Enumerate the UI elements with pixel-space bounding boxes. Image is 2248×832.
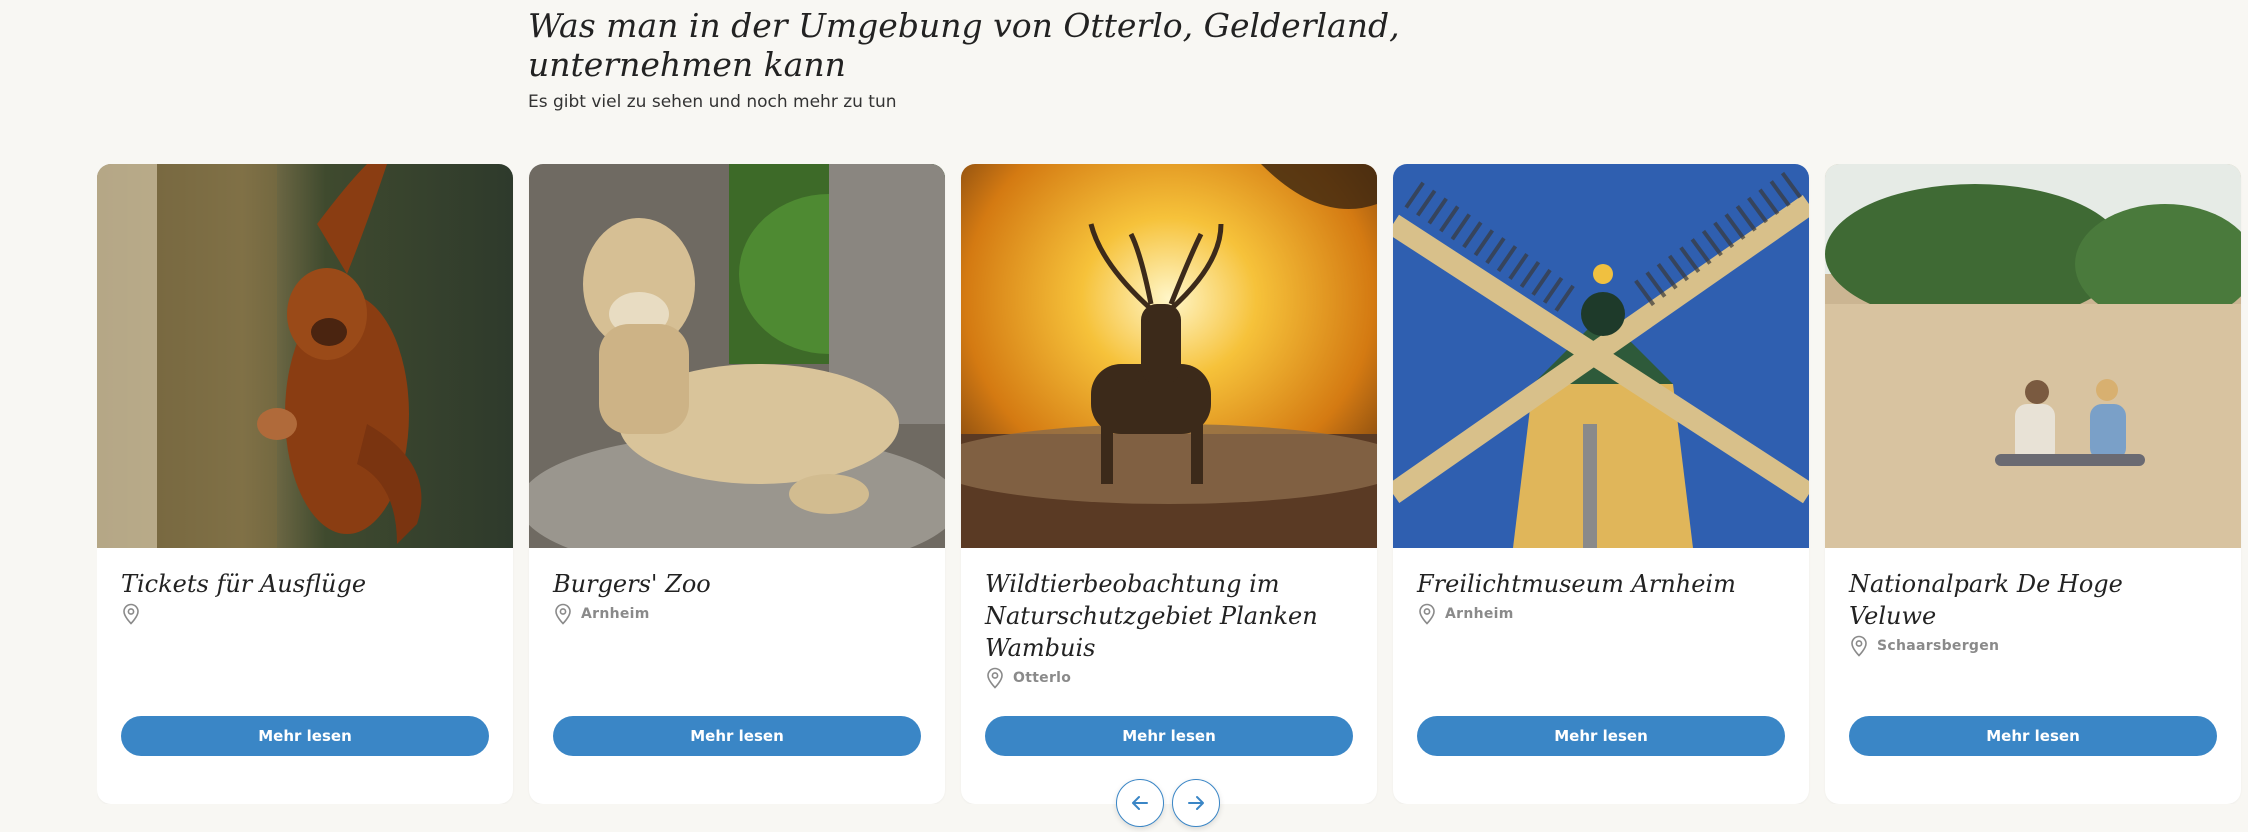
arrow-left-icon bbox=[1132, 796, 1148, 810]
location-pin-icon bbox=[1419, 603, 1435, 625]
card-location: Arnheim bbox=[553, 603, 921, 625]
card-location-text: Schaarsbergen bbox=[1877, 638, 2000, 654]
section-header: Was man in der Umgebung von Otterlo, Gel… bbox=[528, 6, 1528, 112]
card-location-text: Otterlo bbox=[1013, 670, 1072, 686]
location-pin-icon bbox=[987, 667, 1003, 689]
read-more-button[interactable]: Mehr lesen bbox=[553, 716, 921, 756]
card-location bbox=[121, 603, 489, 625]
attractions-carousel: Tickets für Ausflüge Mehr lesen Burgers'… bbox=[97, 164, 2248, 804]
attraction-card[interactable]: Nationalpark De Hoge Veluwe Schaarsberge… bbox=[1825, 164, 2241, 804]
read-more-button[interactable]: Mehr lesen bbox=[985, 716, 1353, 756]
arrow-right-icon bbox=[1188, 796, 1204, 810]
location-pin-icon bbox=[123, 603, 139, 625]
card-title: Nationalpark De Hoge Veluwe bbox=[1849, 570, 2123, 630]
location-pin-icon bbox=[1851, 635, 1867, 657]
card-location: Arnheim bbox=[1417, 603, 1785, 625]
card-image-dunes-picnic bbox=[1825, 164, 2241, 548]
read-more-button[interactable]: Mehr lesen bbox=[1417, 716, 1785, 756]
attraction-card[interactable]: Burgers' Zoo Arnheim Mehr lesen bbox=[529, 164, 945, 804]
carousel-track: Tickets für Ausflüge Mehr lesen Burgers'… bbox=[97, 164, 2248, 804]
attraction-card[interactable]: Wildtierbeobachtung im Naturschutzgebiet… bbox=[961, 164, 1377, 804]
attraction-card[interactable]: Freilichtmuseum Arnheim Arnheim Mehr les… bbox=[1393, 164, 1809, 804]
card-location: Otterlo bbox=[985, 667, 1353, 689]
read-more-button[interactable]: Mehr lesen bbox=[121, 716, 489, 756]
carousel-prev-button[interactable] bbox=[1116, 779, 1164, 827]
card-location-text: Arnheim bbox=[1445, 606, 1514, 622]
card-image-deer-sunset bbox=[961, 164, 1377, 548]
carousel-next-button[interactable] bbox=[1172, 779, 1220, 827]
card-image-windmill bbox=[1393, 164, 1809, 548]
section-subtitle: Es gibt viel zu sehen und noch mehr zu t… bbox=[528, 92, 897, 112]
card-image-orangutan bbox=[97, 164, 513, 548]
read-more-button[interactable]: Mehr lesen bbox=[1849, 716, 2217, 756]
attraction-card[interactable]: Tickets für Ausflüge Mehr lesen bbox=[97, 164, 513, 804]
card-location-text: Arnheim bbox=[581, 606, 650, 622]
section-title: Was man in der Umgebung von Otterlo, Gel… bbox=[528, 6, 1400, 84]
card-title: Burgers' Zoo bbox=[553, 570, 711, 598]
card-image-lioness bbox=[529, 164, 945, 548]
card-title: Tickets für Ausflüge bbox=[121, 570, 367, 598]
card-title: Wildtierbeobachtung im Naturschutzgebiet… bbox=[985, 570, 1318, 662]
card-title: Freilichtmuseum Arnheim bbox=[1417, 570, 1736, 598]
card-location: Schaarsbergen bbox=[1849, 635, 2217, 657]
location-pin-icon bbox=[555, 603, 571, 625]
